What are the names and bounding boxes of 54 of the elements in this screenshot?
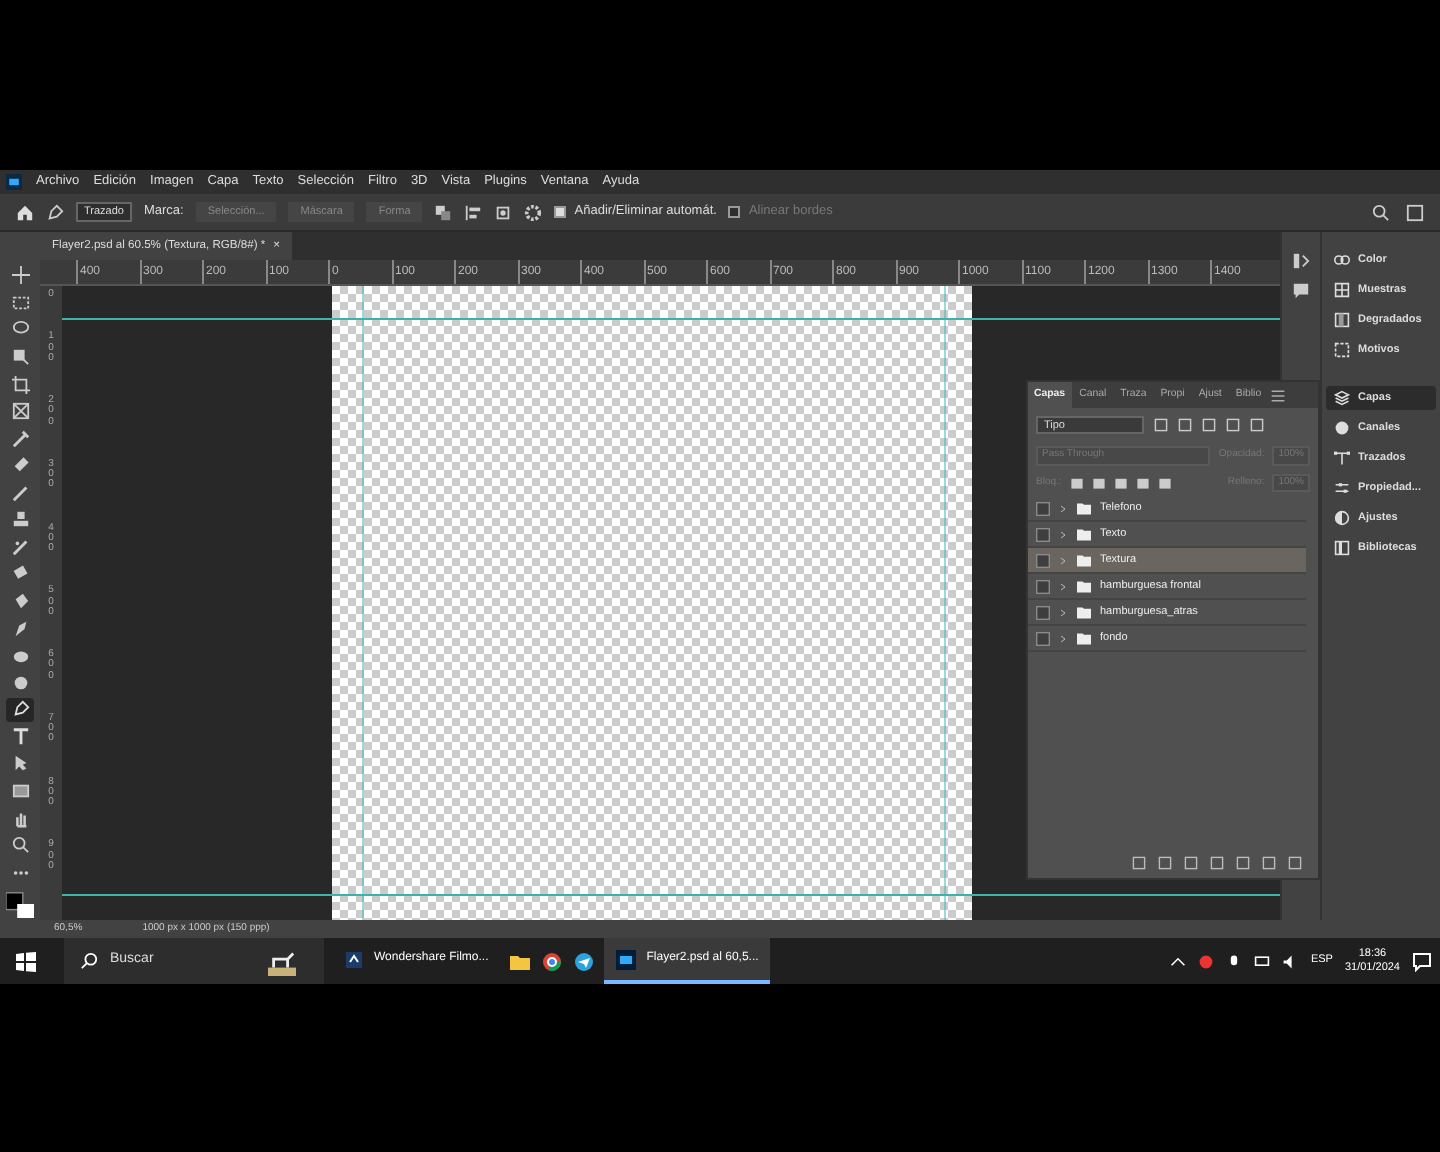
eyedropper-icon[interactable] (11, 429, 29, 448)
frame-icon[interactable] (11, 402, 29, 421)
record-icon[interactable] (1198, 953, 1215, 969)
file-explorer-icon[interactable] (508, 951, 533, 971)
history-brush-icon[interactable] (11, 537, 29, 556)
pattern-icon (1334, 342, 1350, 358)
object-selection-icon[interactable] (11, 347, 29, 366)
type-icon[interactable] (11, 727, 29, 746)
libraries-icon (1334, 540, 1350, 556)
chevron-up-icon[interactable] (1170, 953, 1187, 969)
dodge-icon[interactable] (11, 673, 29, 692)
crop-icon[interactable] (11, 375, 29, 394)
color-swatches-icon[interactable] (6, 887, 34, 920)
adjustments-icon (1334, 510, 1350, 526)
checkbox[interactable] (728, 206, 741, 218)
stamp-icon[interactable] (11, 510, 29, 529)
chrome-icon[interactable] (540, 951, 565, 971)
workspace-icon[interactable] (1406, 203, 1424, 221)
swatches-icon (1334, 282, 1350, 298)
paths-icon (1334, 450, 1350, 466)
paint-bucket-icon[interactable] (11, 592, 29, 611)
search-icon (80, 952, 98, 970)
history-icon[interactable] (1292, 252, 1310, 270)
settings-icon[interactable] (524, 203, 543, 221)
sponge-icon[interactable] (11, 646, 29, 665)
checkbox[interactable] (554, 206, 567, 218)
microphone-icon[interactable] (1226, 953, 1243, 969)
align-icon[interactable] (464, 203, 483, 221)
marquee-icon[interactable] (11, 293, 29, 312)
comment-icon[interactable] (1292, 282, 1310, 300)
color-icon (1334, 252, 1350, 268)
lasso-icon[interactable] (11, 320, 29, 339)
smudge-icon[interactable] (11, 619, 29, 638)
zoom-icon[interactable] (11, 836, 29, 855)
path-operations-icon[interactable] (434, 203, 453, 221)
pen-tool-icon[interactable] (46, 203, 64, 221)
pen-icon[interactable] (11, 700, 29, 719)
panel-menu-icon[interactable] (1269, 387, 1286, 403)
path-selection-icon[interactable] (11, 754, 29, 773)
layers-icon (1334, 390, 1350, 406)
home-icon[interactable] (16, 203, 34, 221)
eraser-icon[interactable] (11, 564, 29, 583)
notification-icon[interactable] (1412, 951, 1432, 971)
gradient-icon (1334, 312, 1350, 328)
app-logo-icon (6, 174, 22, 190)
search-icon[interactable] (1372, 203, 1390, 221)
properties-icon (1334, 480, 1350, 496)
windows-start-icon[interactable] (16, 951, 36, 971)
channels-icon (1334, 420, 1350, 436)
rectangle-icon[interactable] (11, 781, 29, 800)
telegram-icon[interactable] (572, 951, 597, 971)
hand-icon[interactable] (11, 809, 29, 828)
network-icon[interactable] (1254, 953, 1271, 969)
arrange-icon[interactable] (494, 203, 513, 221)
